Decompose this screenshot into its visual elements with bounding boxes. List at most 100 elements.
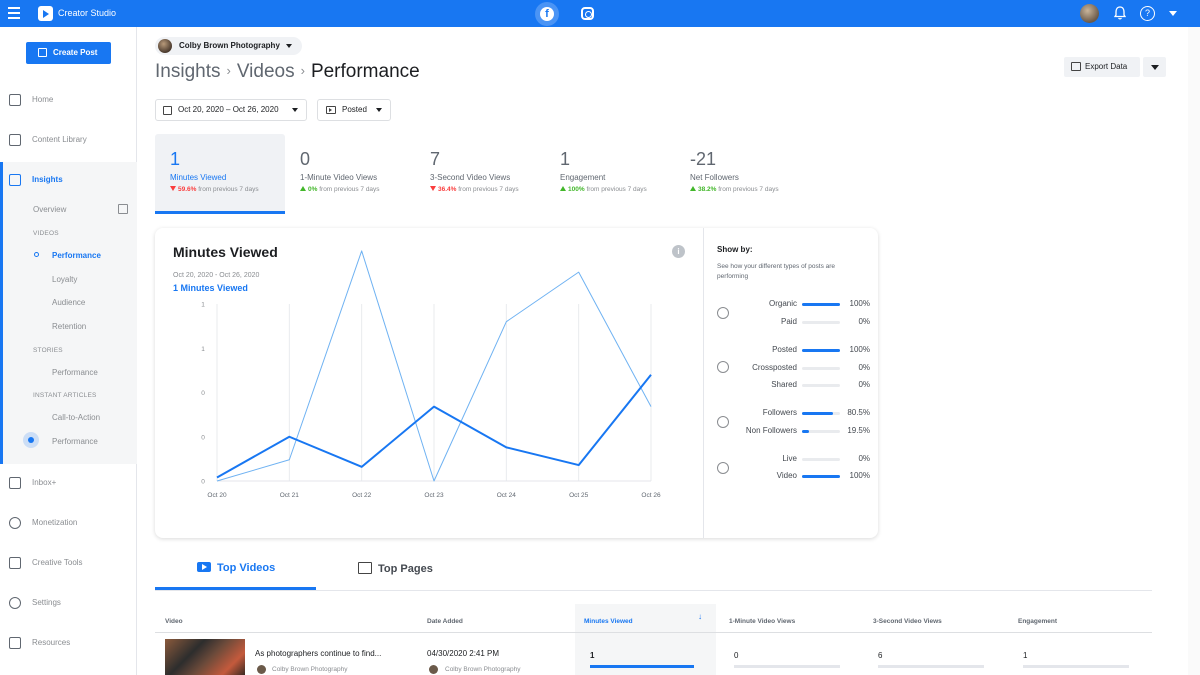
profile-avatar[interactable] — [1080, 4, 1099, 23]
help-icon[interactable]: ? — [1140, 6, 1155, 21]
y-tick-label: 0 — [201, 434, 205, 441]
export-data-button[interactable]: Export Data — [1064, 57, 1140, 77]
show-by-description: See how your different types of posts ar… — [717, 263, 836, 280]
engagement-bar — [1023, 665, 1129, 668]
column-header-minutes-viewed[interactable]: Minutes Viewed — [584, 618, 633, 625]
sidebar-item-videos-performance[interactable]: Performance — [52, 251, 101, 260]
export-more-button[interactable] — [1143, 57, 1166, 77]
facebook-platform-button[interactable]: f — [535, 2, 559, 26]
metric-minutes-viewed[interactable]: 1 Minutes Viewed 59.6% from previous 7 d… — [155, 134, 285, 214]
post-type-filter[interactable]: Posted — [317, 99, 391, 121]
column-header-video[interactable]: Video — [165, 618, 183, 625]
tab-top-videos[interactable]: Top Videos — [197, 562, 275, 590]
show-by-radio-distribution[interactable] — [717, 307, 729, 319]
top-bar: Creator Studio f ? — [0, 0, 1200, 27]
sidebar-item-overview[interactable]: Overview — [33, 205, 66, 214]
row-label: Video — [776, 471, 797, 480]
metric-3-second-views[interactable]: 7 3-Second Video Views 36.4% from previo… — [415, 134, 545, 214]
metric-net-followers[interactable]: -21 Net Followers 38.2% from previous 7 … — [675, 134, 805, 214]
progress-track — [802, 430, 840, 433]
instagram-platform-icon[interactable] — [581, 7, 594, 20]
show-by-radio-format[interactable] — [717, 462, 729, 474]
calendar-icon — [163, 106, 172, 115]
page-selector[interactable]: Colby Brown Photography — [155, 37, 302, 55]
sidebar-item-home[interactable]: Home — [0, 91, 137, 109]
sidebar-item-loyalty[interactable]: Loyalty — [52, 275, 77, 284]
metric-value: 1 — [560, 149, 571, 169]
page-title: Performance — [310, 61, 420, 82]
metric-label: 3-Second Video Views — [430, 173, 511, 182]
row-label: Non Followers — [745, 426, 797, 435]
sidebar-item-settings[interactable]: Settings — [0, 594, 137, 612]
y-tick-label: 1 — [201, 346, 205, 353]
metric-value: 1 — [170, 149, 181, 169]
row-percent: 0% — [858, 317, 870, 326]
page-name: Colby Brown Photography — [179, 41, 280, 50]
divider — [703, 228, 704, 538]
sidebar-item-stories-performance[interactable]: Performance — [52, 368, 98, 377]
bell-icon[interactable] — [1114, 6, 1126, 20]
video-thumbnail[interactable] — [165, 639, 245, 675]
trend-down-icon — [430, 186, 436, 191]
account-menu-caret-icon[interactable] — [1169, 11, 1177, 16]
sidebar-item-content-library[interactable]: Content Library — [0, 131, 137, 149]
sidebar-item-inbox[interactable]: Inbox+ — [0, 474, 137, 492]
sidebar-item-resources[interactable]: Resources — [0, 634, 137, 652]
chart-card: Minutes Viewed i Oct 20, 2020 - Oct 26, … — [155, 228, 878, 538]
sidebar-item-retention[interactable]: Retention — [52, 322, 86, 331]
metric-label: Net Followers — [690, 173, 739, 182]
row-label: Paid — [780, 317, 797, 326]
section-videos: VIDEOS — [33, 230, 59, 237]
column-header-engagement[interactable]: Engagement — [1018, 618, 1057, 625]
row-label: Crossposted — [752, 363, 797, 372]
three-second-views-bar — [878, 665, 984, 668]
sidebar-item-label: Inbox+ — [32, 478, 57, 487]
date-range-picker[interactable]: Oct 20, 2020 – Oct 26, 2020 — [155, 99, 307, 121]
three-second-views-value: 6 — [878, 651, 883, 660]
scrollbar[interactable] — [1188, 27, 1200, 675]
export-icon — [1071, 62, 1081, 71]
sidebar-item-call-to-action[interactable]: Call-to-Action — [52, 413, 100, 422]
progress-fill — [802, 349, 840, 352]
minutes-viewed-bar — [590, 665, 694, 668]
menu-icon[interactable] — [8, 7, 20, 19]
sidebar-item-monetization[interactable]: Monetization — [0, 514, 137, 532]
external-link-icon[interactable] — [118, 204, 128, 214]
show-by-row: Paid 0% — [730, 317, 870, 329]
row-label: Shared — [771, 380, 797, 389]
show-by-radio-source[interactable] — [717, 361, 729, 373]
page-avatar — [158, 39, 172, 53]
metric-change: 36.4% from previous 7 days — [430, 186, 519, 193]
date-range-label: Oct 20, 2020 – Oct 26, 2020 — [178, 105, 279, 114]
metric-engagement[interactable]: 1 Engagement 100% from previous 7 days — [545, 134, 675, 214]
column-header-3-second-views[interactable]: 3-Second Video Views — [873, 618, 942, 625]
column-header-date-added[interactable]: Date Added — [427, 618, 463, 625]
sidebar-item-insights[interactable]: Insights — [0, 171, 137, 189]
bar-fill — [590, 665, 694, 668]
show-by-row: Crossposted 0% — [730, 363, 870, 375]
metric-1-minute-views[interactable]: 0 1-Minute Video Views 0% from previous … — [285, 134, 415, 214]
show-by-radio-audience[interactable] — [717, 416, 729, 428]
breadcrumb-videos[interactable]: Videos — [237, 61, 295, 82]
chevron-down-icon — [285, 44, 292, 48]
breadcrumb-insights[interactable]: Insights — [155, 61, 220, 82]
compose-icon — [38, 48, 47, 57]
video-author: Colby Brown Photography — [272, 666, 348, 673]
sort-descending-icon[interactable]: ↓ — [698, 612, 702, 621]
sidebar-item-audience[interactable]: Audience — [52, 298, 85, 307]
video-title[interactable]: As photographers continue to find... — [255, 649, 381, 658]
change-value: 38.2% — [698, 186, 717, 193]
facebook-icon: f — [540, 7, 554, 21]
video-play-icon — [197, 562, 211, 572]
progress-track — [802, 475, 840, 478]
sidebar-item-label: Monetization — [32, 518, 78, 527]
sidebar-item-creative-tools[interactable]: Creative Tools — [0, 554, 137, 572]
create-post-button[interactable]: Create Post — [26, 42, 111, 64]
row-percent: 0% — [858, 380, 870, 389]
column-header-1-minute-views[interactable]: 1-Minute Video Views — [729, 618, 795, 625]
post-type-label: Posted — [342, 105, 367, 114]
x-tick-label: Oct 21 — [280, 492, 300, 499]
sidebar-item-instant-performance[interactable]: Performance — [52, 437, 98, 446]
tab-top-pages[interactable]: Top Pages — [358, 562, 433, 590]
progress-track — [802, 367, 840, 370]
